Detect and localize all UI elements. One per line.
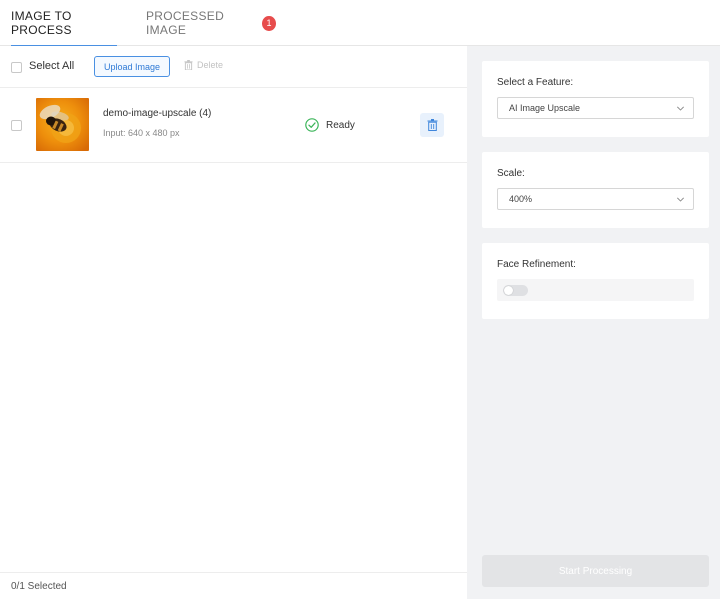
trash-icon xyxy=(427,119,437,131)
bee-on-flower-image xyxy=(36,98,89,151)
processed-count-badge: 1 xyxy=(262,15,276,31)
scale-select[interactable]: 400% xyxy=(497,188,694,210)
tab-bar: IMAGE TO PROCESS PROCESSED IMAGE 1 xyxy=(0,0,720,47)
check-circle-icon xyxy=(305,118,319,132)
tab-image-to-process-label: IMAGE TO PROCESS xyxy=(11,9,72,37)
feature-select[interactable]: AI Image Upscale xyxy=(497,97,694,119)
image-list-panel: Select All Upload Image Delete demo-imag… xyxy=(0,46,467,599)
start-processing-button[interactable]: Start Processing xyxy=(482,555,709,587)
scale-label: Scale: xyxy=(497,168,525,179)
list-toolbar: Select All Upload Image Delete xyxy=(0,46,467,88)
delete-label: Delete xyxy=(197,60,224,70)
tab-processed-image[interactable]: PROCESSED IMAGE 1 xyxy=(146,0,276,46)
scale-card: Scale: 400% xyxy=(482,152,709,228)
toggle-knob xyxy=(504,286,513,295)
tab-image-to-process[interactable]: IMAGE TO PROCESS xyxy=(11,0,117,47)
delete-button[interactable]: Delete xyxy=(184,60,223,70)
face-refinement-label: Face Refinement: xyxy=(497,259,576,270)
row-delete-button[interactable] xyxy=(420,113,444,137)
upload-image-button[interactable]: Upload Image xyxy=(94,56,170,77)
file-dimensions: Input: 640 x 480 px xyxy=(103,128,180,138)
image-thumbnail xyxy=(36,98,89,151)
file-name: demo-image-upscale (4) xyxy=(103,108,212,119)
row-checkbox[interactable] xyxy=(11,120,22,131)
face-refinement-toggle[interactable] xyxy=(503,285,528,296)
selection-footer: 0/1 Selected xyxy=(0,572,467,599)
feature-label: Select a Feature: xyxy=(497,77,574,88)
chevron-down-icon xyxy=(677,106,684,111)
status-badge: Ready xyxy=(305,118,355,132)
select-all-checkbox[interactable] xyxy=(11,62,22,73)
settings-panel: Select a Feature: AI Image Upscale Scale… xyxy=(467,46,720,599)
select-all-label[interactable]: Select All xyxy=(29,60,74,72)
list-item: demo-image-upscale (4) Input: 640 x 480 … xyxy=(0,88,467,163)
feature-select-value: AI Image Upscale xyxy=(509,103,581,113)
face-refinement-row xyxy=(497,279,694,301)
scale-select-value: 400% xyxy=(509,194,533,204)
status-text: Ready xyxy=(326,119,355,131)
selected-count: 0/1 Selected xyxy=(11,580,67,592)
feature-card: Select a Feature: AI Image Upscale xyxy=(482,61,709,137)
face-refinement-card: Face Refinement: xyxy=(482,243,709,319)
trash-icon xyxy=(184,60,193,70)
chevron-down-icon xyxy=(677,197,684,202)
tab-processed-image-label: PROCESSED IMAGE xyxy=(146,9,225,37)
